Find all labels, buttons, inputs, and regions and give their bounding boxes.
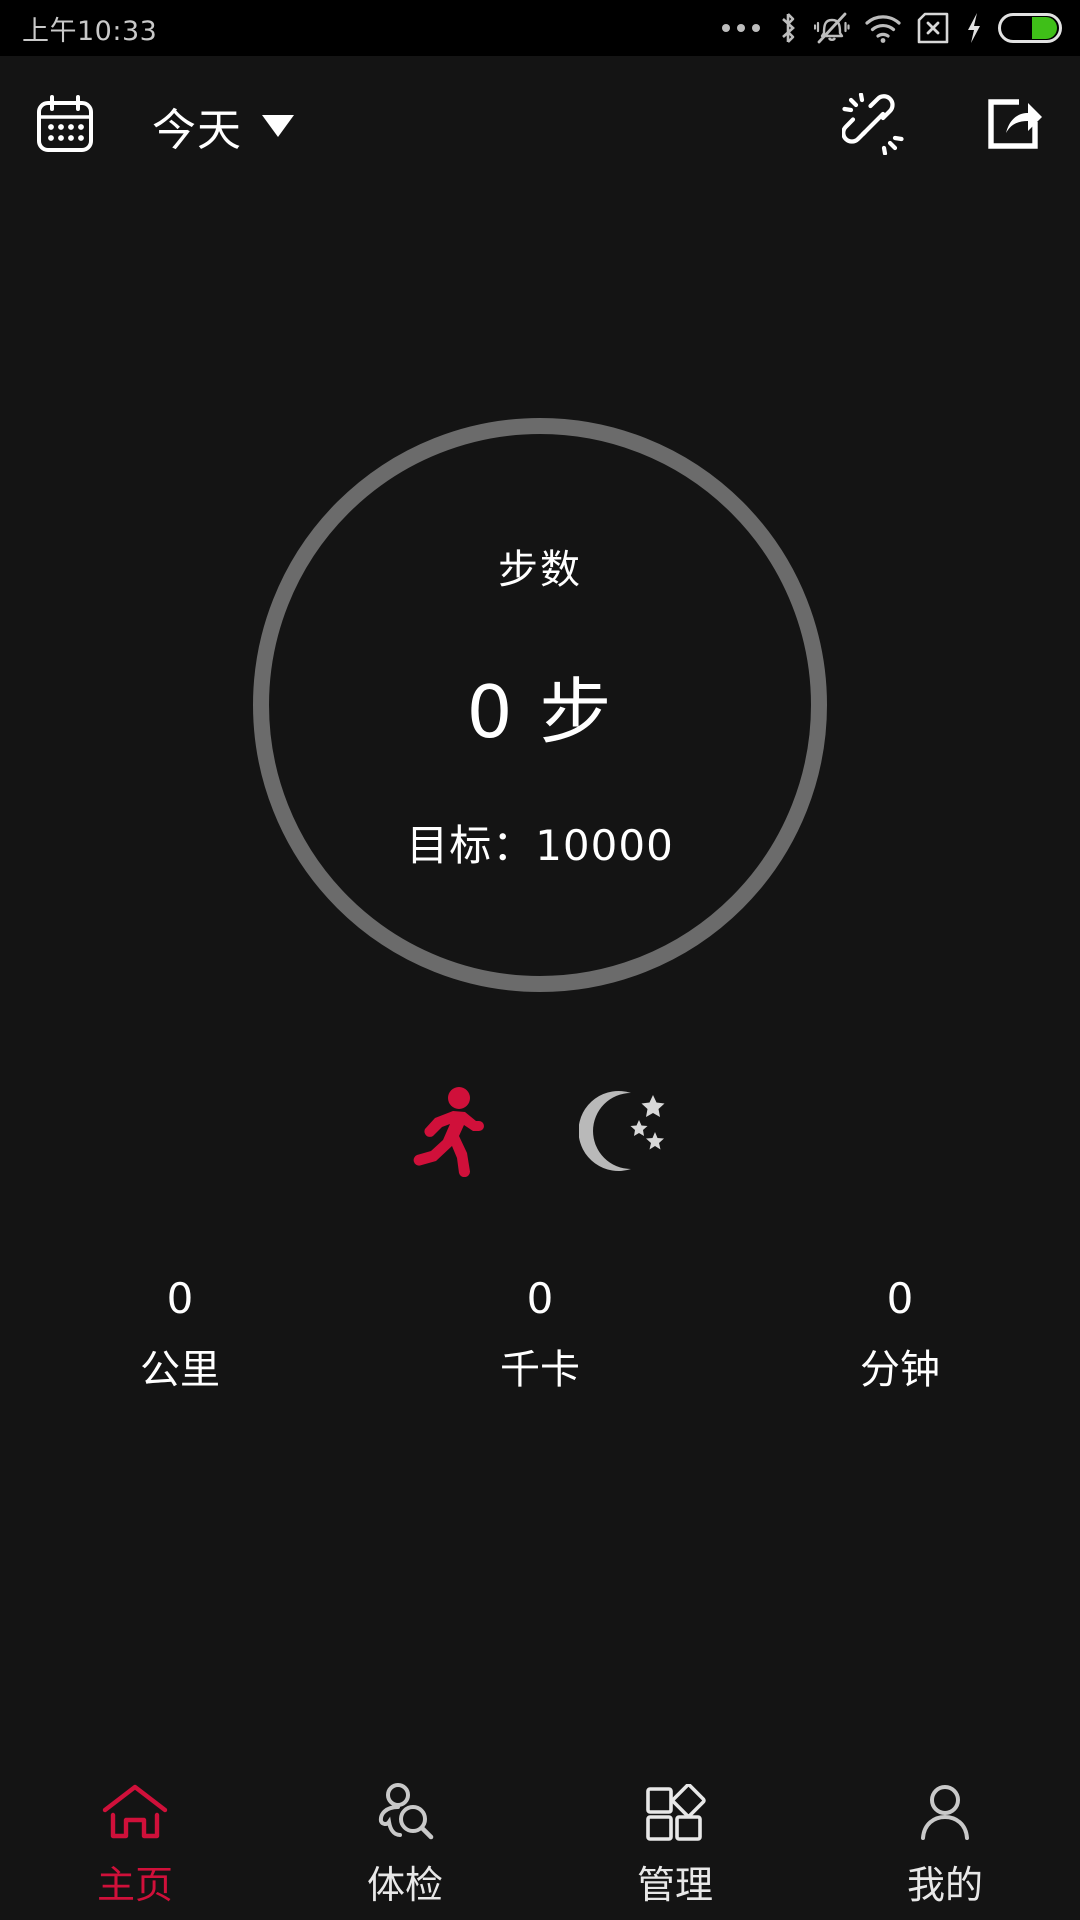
tab-label[interactable]: 管理	[637, 1854, 713, 1909]
silent-vibrate-off-icon	[814, 11, 850, 45]
broken-link-icon[interactable]	[841, 91, 904, 160]
mode-toggle-group	[0, 1085, 1080, 1177]
tab-label[interactable]: 我的	[907, 1854, 983, 1909]
chevron-down-icon[interactable]	[262, 115, 294, 137]
stat-value: 0	[166, 1274, 194, 1323]
bottom-navigation: 主页 体检 管理 我的	[0, 1764, 1080, 1920]
ring-text-block: 步数 0 步 目标：10000	[253, 418, 827, 992]
health-check-icon[interactable]	[372, 1782, 438, 1844]
stat-value: 0	[526, 1274, 554, 1323]
date-label[interactable]: 今天	[152, 94, 242, 158]
bluetooth-icon	[776, 11, 800, 45]
profile-icon[interactable]	[915, 1782, 975, 1844]
tab-label[interactable]: 体检	[367, 1854, 443, 1909]
stats-row: 0 公里 0 千卡 0 分钟	[0, 1274, 1080, 1395]
battery-icon	[998, 12, 1062, 44]
tab-health-check[interactable]: 体检	[270, 1764, 540, 1920]
date-selector[interactable]: 今天	[34, 93, 294, 160]
stat-value: 0	[886, 1274, 914, 1323]
status-bar-icons	[722, 11, 1062, 45]
calendar-icon[interactable]	[34, 93, 96, 160]
tab-label[interactable]: 主页	[97, 1854, 173, 1909]
app-root: 上午10:33 今天 步数 0 步 目标：10000 0 公里 0 千卡 0 分…	[0, 0, 1080, 1920]
tab-home[interactable]: 主页	[0, 1764, 270, 1920]
tab-manage[interactable]: 管理	[540, 1764, 810, 1920]
more-dots-icon	[722, 24, 760, 32]
stat-minutes[interactable]: 0 分钟	[720, 1274, 1080, 1395]
stat-calories[interactable]: 0 千卡	[360, 1274, 720, 1395]
ring-title: 步数	[498, 547, 582, 593]
app-bar-actions	[841, 91, 1044, 160]
stat-label: 千卡	[500, 1347, 580, 1394]
sleep-mode-icon[interactable]	[579, 1085, 671, 1177]
manage-grid-icon[interactable]	[644, 1782, 706, 1844]
step-progress-ring[interactable]: 步数 0 步 目标：10000	[253, 418, 827, 992]
ring-step-value: 0 步	[466, 670, 614, 754]
stat-distance[interactable]: 0 公里	[0, 1274, 360, 1395]
status-bar-time: 上午10:33	[22, 15, 158, 47]
wifi-icon	[864, 12, 902, 44]
charging-bolt-icon	[964, 11, 984, 45]
stat-label: 公里	[140, 1347, 220, 1394]
ring-goal-label: 目标：10000	[406, 821, 674, 870]
tab-profile[interactable]: 我的	[810, 1764, 1080, 1920]
home-icon[interactable]	[101, 1782, 169, 1844]
running-mode-icon[interactable]	[409, 1085, 487, 1177]
status-bar: 上午10:33	[0, 0, 1080, 56]
stat-label: 分钟	[860, 1347, 940, 1394]
share-icon[interactable]	[982, 93, 1044, 160]
app-bar: 今天	[0, 56, 1080, 196]
sim-card-off-icon	[916, 11, 950, 45]
